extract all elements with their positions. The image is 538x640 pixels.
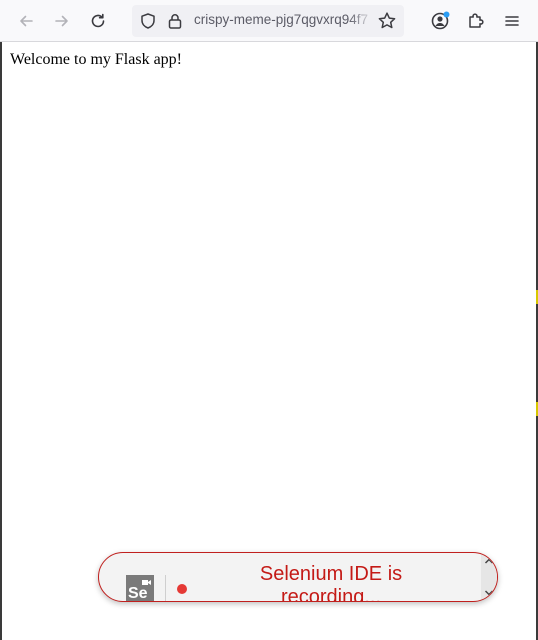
reload-button[interactable] <box>84 7 112 35</box>
back-button[interactable] <box>12 7 40 35</box>
arrow-right-icon <box>55 15 68 27</box>
welcome-message: Welcome to my Flask app! <box>10 51 183 68</box>
divider <box>165 575 166 601</box>
page-content: Welcome to my Flask app! <box>2 42 536 640</box>
forward-button[interactable] <box>48 7 76 35</box>
selenium-logo: Se <box>126 575 154 602</box>
lock-icon[interactable] <box>165 11 185 31</box>
selenium-recording-banner: Se Selenium IDE is recording... <box>98 552 498 602</box>
address-bar[interactable]: crispy-meme-pjg7qgvxrq94f7 <box>132 5 404 37</box>
extensions-button[interactable] <box>462 7 490 35</box>
arrow-left-icon <box>20 15 33 27</box>
shield-icon[interactable] <box>138 11 158 31</box>
account-button[interactable] <box>426 7 454 35</box>
url-text[interactable]: crispy-meme-pjg7qgvxrq94f7 <box>194 12 374 30</box>
browser-toolbar: crispy-meme-pjg7qgvxrq94f7 <box>0 0 538 42</box>
recording-status-text: Selenium IDE is recording... <box>259 563 403 602</box>
selenium-logo-text: Se <box>128 585 148 602</box>
notification-badge <box>443 11 450 18</box>
app-menu-button[interactable] <box>498 7 526 35</box>
puzzle-icon <box>469 13 484 28</box>
reload-icon <box>91 13 105 28</box>
recording-dot-icon <box>177 584 187 594</box>
star-icon[interactable] <box>376 10 398 32</box>
banner-scrollbar[interactable] <box>481 553 497 601</box>
account-icon <box>431 11 450 30</box>
browser-window: crispy-meme-pjg7qgvxrq94f7 Welcome to my… <box>0 0 538 640</box>
chevron-up-icon[interactable] <box>484 557 494 565</box>
hamburger-menu-icon <box>505 16 519 26</box>
chevron-down-icon[interactable] <box>484 589 494 597</box>
